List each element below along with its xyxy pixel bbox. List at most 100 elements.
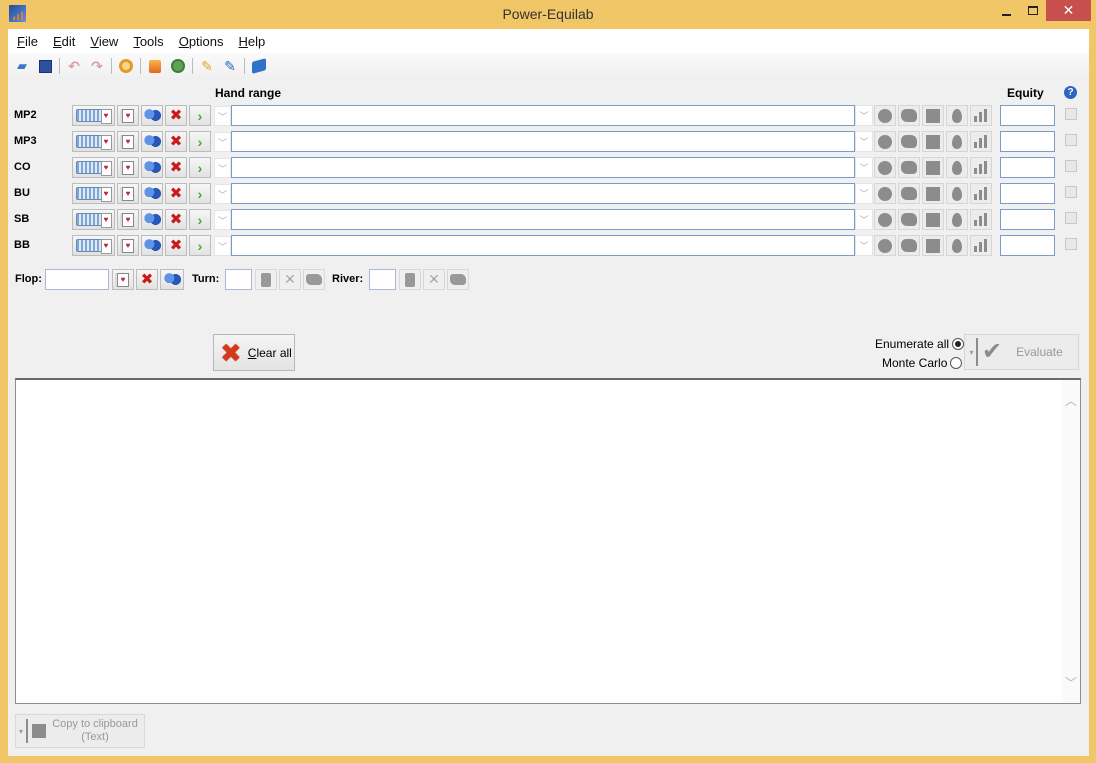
player-checkbox[interactable] [1065,160,1077,172]
clear-range-button[interactable]: ✖ [165,209,187,230]
next-button[interactable]: › [189,209,211,230]
range-dropdown[interactable]: ﹀ [855,105,873,126]
range-dropdown[interactable]: ﹀ [855,183,873,204]
results-text-area[interactable]: ︿ ﹀ [15,378,1081,704]
random-hand-button[interactable] [141,183,163,204]
range-history-dropdown[interactable]: ﹀ [214,184,231,204]
results-scrollbar[interactable]: ︿ ﹀ [1062,380,1080,703]
range-matrix-button[interactable] [72,105,115,126]
open-button[interactable]: ▰ [12,56,32,76]
next-button[interactable]: › [189,105,211,126]
pocket-pair-button[interactable] [874,105,896,126]
card-picker-button[interactable]: ♥ [117,131,139,152]
range-dropdown[interactable]: ﹀ [855,131,873,152]
monte-carlo-option[interactable]: Monte Carlo [882,356,963,370]
stats-button[interactable] [970,105,992,126]
player-checkbox[interactable] [1065,134,1077,146]
player-checkbox[interactable] [1065,238,1077,250]
redo-button[interactable]: ↷ [87,56,107,76]
stats-button[interactable] [970,209,992,230]
range-dropdown[interactable]: ﹀ [855,209,873,230]
range-matrix-button[interactable] [72,235,115,256]
river-random-button[interactable] [447,269,469,290]
next-button[interactable]: › [189,157,211,178]
equity-output[interactable] [1000,209,1055,230]
river-input[interactable] [369,269,396,290]
hot-hands-button[interactable] [946,131,968,152]
edit-yellow-button[interactable]: ✎ [197,56,217,76]
clear-range-button[interactable]: ✖ [165,235,187,256]
offsuit-button[interactable] [922,157,944,178]
copy-to-clipboard-button[interactable]: ▾ Copy to clipboard (Text) [15,714,145,748]
equity-output[interactable] [1000,105,1055,126]
turn-card-picker-button[interactable] [255,269,277,290]
turn-clear-button[interactable]: ✕ [279,269,301,290]
hot-hands-button[interactable] [946,183,968,204]
menu-tools[interactable]: Tools [133,34,163,49]
next-button[interactable]: › [189,131,211,152]
flop-clear-button[interactable]: ✖ [136,269,158,290]
hand-range-input[interactable] [231,183,855,204]
stats-button[interactable] [970,183,992,204]
help-icon[interactable]: ? [1064,86,1077,99]
pocket-pair-button[interactable] [874,209,896,230]
stats-button[interactable] [970,157,992,178]
player-checkbox[interactable] [1065,186,1077,198]
range-matrix-button[interactable] [72,209,115,230]
maximize-button[interactable] [1020,0,1046,21]
range-matrix-button[interactable] [72,157,115,178]
card-picker-button[interactable]: ♥ [117,157,139,178]
range-history-dropdown[interactable]: ﹀ [214,236,231,256]
turn-input[interactable] [225,269,252,290]
next-button[interactable]: › [189,235,211,256]
player-checkbox[interactable] [1065,108,1077,120]
range-history-dropdown[interactable]: ﹀ [214,132,231,152]
flop-input[interactable] [45,269,109,290]
undo-button[interactable]: ↶ [64,56,84,76]
offsuit-button[interactable] [922,235,944,256]
clear-all-button[interactable]: ✖ Clear all [213,334,295,371]
river-clear-button[interactable]: ✕ [423,269,445,290]
pocket-pair-button[interactable] [874,157,896,178]
enumerate-all-radio[interactable] [952,338,965,350]
random-hand-button[interactable] [141,131,163,152]
equity-output[interactable] [1000,235,1055,256]
offsuit-button[interactable] [922,131,944,152]
stats-button[interactable] [970,235,992,256]
menu-options[interactable]: Options [179,34,224,49]
suited-button[interactable] [898,131,920,152]
save-button[interactable] [35,56,55,76]
scroll-down-icon[interactable]: ﹀ [1065,674,1077,691]
equity-output[interactable] [1000,131,1055,152]
minimize-button[interactable] [993,0,1019,21]
range-history-dropdown[interactable]: ﹀ [214,158,231,178]
range-dropdown[interactable]: ﹀ [855,235,873,256]
hand-range-input[interactable] [231,235,855,256]
hot-hands-button[interactable] [946,105,968,126]
refresh-button[interactable] [168,56,188,76]
edit-blue-button[interactable]: ✎ [220,56,240,76]
hand-range-input[interactable] [231,209,855,230]
hot-hands-button[interactable] [946,157,968,178]
card-picker-button[interactable]: ♥ [117,235,139,256]
card-picker-button[interactable]: ♥ [117,105,139,126]
clear-range-button[interactable]: ✖ [165,131,187,152]
random-hand-button[interactable] [141,105,163,126]
scroll-up-icon[interactable]: ︿ [1065,392,1077,409]
offsuit-button[interactable] [922,209,944,230]
range-matrix-button[interactable] [72,131,115,152]
card-picker-button[interactable]: ♥ [117,209,139,230]
hot-hands-button[interactable] [946,209,968,230]
suited-button[interactable] [898,105,920,126]
pocket-pair-button[interactable] [874,183,896,204]
settings-button[interactable] [116,56,136,76]
clear-range-button[interactable]: ✖ [165,183,187,204]
flop-random-button[interactable] [160,269,184,290]
pocket-pair-button[interactable] [874,131,896,152]
suited-button[interactable] [898,209,920,230]
range-history-dropdown[interactable]: ﹀ [214,210,231,230]
clear-range-button[interactable]: ✖ [165,157,187,178]
suited-button[interactable] [898,183,920,204]
player-checkbox[interactable] [1065,212,1077,224]
random-hand-button[interactable] [141,209,163,230]
